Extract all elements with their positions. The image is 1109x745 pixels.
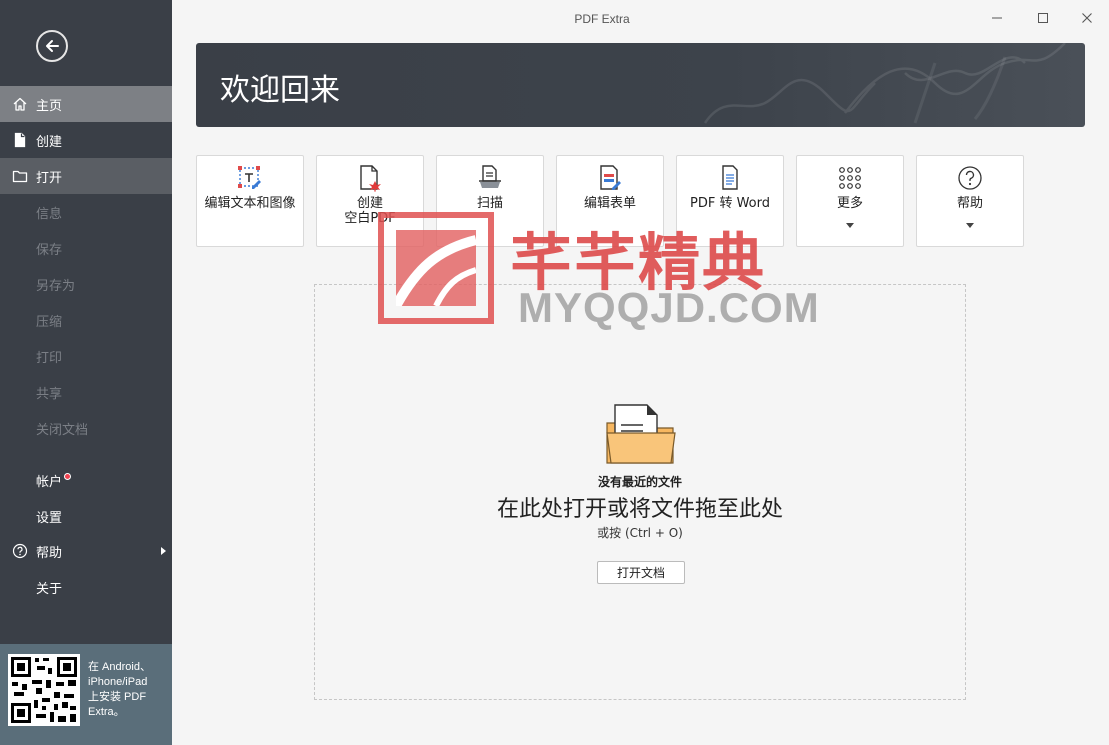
chevron-down-icon	[846, 223, 854, 228]
no-recent-files-label: 没有最近的文件	[597, 475, 682, 489]
sidebar-item-compress[interactable]: 压缩	[0, 302, 172, 338]
shortcut-hint: 或按 (Ctrl + O)	[597, 526, 683, 540]
tool-label: 扫描	[476, 196, 503, 211]
mobile-promo[interactable]: 在 Android、 iPhone/iPad 上安装 PDF Extra。	[0, 644, 172, 745]
sidebar-item-settings[interactable]: 设置	[0, 498, 172, 534]
sidebar-item-info[interactable]: 信息	[0, 194, 172, 230]
tool-label: 编辑文本和图像	[204, 196, 296, 211]
close-icon	[1082, 13, 1092, 23]
sidebar-item-close-doc[interactable]: 关闭文档	[0, 410, 172, 446]
tool-label: 创建 空白PDF	[344, 196, 396, 226]
edit-text-image-icon	[197, 164, 303, 192]
sidebar-item-save-as[interactable]: 另存为	[0, 266, 172, 302]
chevron-down-icon	[966, 223, 974, 228]
help-icon	[12, 543, 28, 559]
sidebar-item-open[interactable]: 打开	[0, 158, 172, 194]
sidebar-item-label: 帮助	[36, 545, 63, 561]
title-bar: PDF Extra	[172, 0, 1109, 38]
promo-line: iPhone/iPad	[88, 676, 148, 688]
edit-form-icon	[557, 164, 663, 192]
help-circle-icon	[917, 164, 1023, 192]
sidebar-item-home[interactable]: 主页	[0, 86, 172, 122]
create-blank-pdf-icon	[317, 164, 423, 192]
tool-label: 更多	[836, 196, 863, 211]
sidebar-item-label: 关于	[36, 581, 63, 597]
signature-decoration	[703, 43, 1066, 124]
sidebar-item-print[interactable]: 打印	[0, 338, 172, 374]
minimize-button[interactable]	[982, 6, 1012, 30]
maximize-icon	[1038, 13, 1048, 23]
sidebar-item-create[interactable]: 创建	[0, 122, 172, 158]
sidebar-item-label: 设置	[36, 510, 63, 526]
empty-folder-icon	[605, 403, 677, 471]
maximize-button[interactable]	[1028, 6, 1058, 30]
back-button[interactable]	[36, 30, 68, 62]
sidebar-item-label: 帐户	[36, 474, 63, 490]
sidebar-item-label: 打印	[36, 350, 63, 366]
sidebar: 主页 创建 打开 信息 保存 另存为 压缩 打印 共享 关闭文档 帐户 设置 帮…	[0, 0, 172, 745]
scan-icon	[437, 164, 543, 192]
app-title: PDF Extra	[574, 12, 630, 26]
folder-icon	[12, 168, 28, 184]
sidebar-item-help[interactable]: 帮助	[0, 533, 172, 569]
sidebar-item-about[interactable]: 关于	[0, 569, 172, 605]
tool-more[interactable]: 更多	[796, 155, 904, 247]
tool-scan[interactable]: 扫描	[436, 155, 544, 247]
tool-create-blank-pdf[interactable]: 创建 空白PDF	[316, 155, 424, 247]
tool-pdf-to-word[interactable]: PDF 转 Word	[676, 155, 784, 247]
sidebar-item-label: 关闭文档	[36, 422, 89, 438]
notification-badge	[64, 472, 72, 480]
tool-label: 帮助	[956, 196, 983, 211]
qr-code-icon	[8, 654, 80, 726]
home-icon	[12, 96, 28, 112]
minimize-icon	[992, 17, 1002, 19]
tool-edit-form[interactable]: 编辑表单	[556, 155, 664, 247]
tool-edit-text-image[interactable]: 编辑文本和图像	[196, 155, 304, 247]
sidebar-item-label: 保存	[36, 242, 63, 258]
chevron-right-icon	[161, 547, 166, 555]
file-icon	[12, 132, 28, 148]
pdf-to-word-icon	[677, 164, 783, 192]
sidebar-item-label: 创建	[36, 134, 63, 150]
close-button[interactable]	[1072, 6, 1102, 30]
more-grid-icon	[797, 164, 903, 192]
promo-line: Extra。	[88, 706, 125, 718]
arrow-left-icon	[46, 40, 59, 52]
sidebar-item-label: 压缩	[36, 314, 63, 330]
page-title: 欢迎回来	[220, 73, 340, 108]
sidebar-item-label: 信息	[36, 206, 63, 222]
sidebar-item-label: 另存为	[36, 278, 76, 294]
promo-text: 在 Android、 iPhone/iPad 上安装 PDF Extra。	[88, 660, 168, 720]
tool-label: 编辑表单	[583, 196, 636, 211]
tool-label: PDF 转 Word	[689, 196, 770, 211]
sidebar-item-save[interactable]: 保存	[0, 230, 172, 266]
open-document-button[interactable]: 打开文档	[597, 561, 685, 584]
promo-line: 在 Android、	[88, 661, 151, 673]
sidebar-item-share[interactable]: 共享	[0, 374, 172, 410]
welcome-banner: 欢迎回来	[196, 43, 1085, 127]
file-drop-zone[interactable]: 没有最近的文件 在此处打开或将文件拖至此处 或按 (Ctrl + O) 打开文档	[314, 284, 966, 700]
drop-hint: 在此处打开或将文件拖至此处	[496, 497, 783, 522]
sidebar-item-label: 打开	[36, 170, 63, 186]
promo-line: 上安装 PDF	[88, 691, 147, 703]
sidebar-item-label: 共享	[36, 386, 63, 402]
tool-help[interactable]: 帮助	[916, 155, 1024, 247]
sidebar-item-label: 主页	[36, 98, 63, 114]
sidebar-item-account[interactable]: 帐户	[0, 462, 172, 498]
